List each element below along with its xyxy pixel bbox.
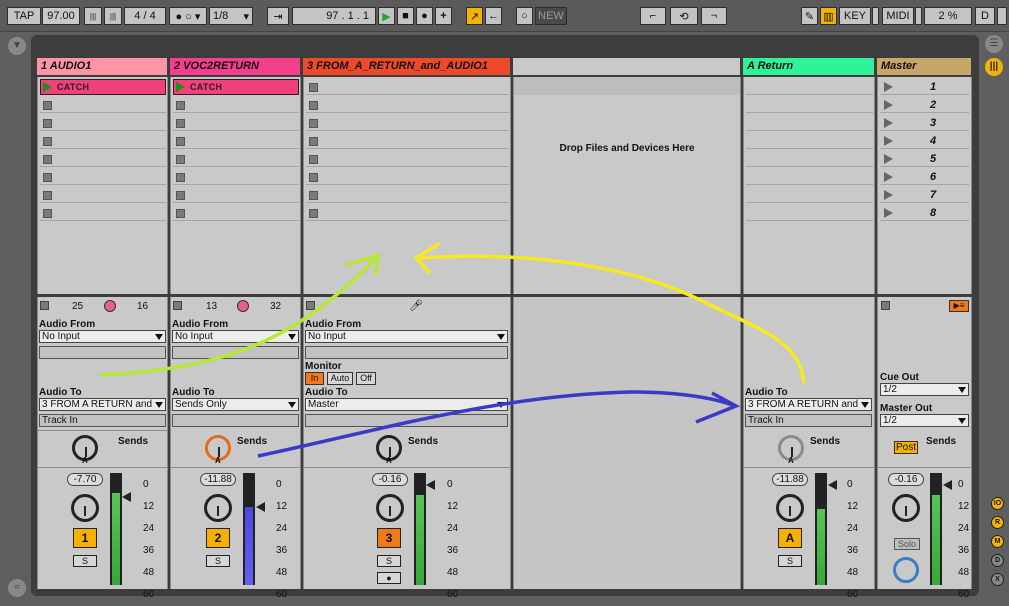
blue-arrow [257, 390, 736, 458]
yellow-arrow [419, 254, 806, 384]
annotation-arrows [99, 241, 806, 458]
green-arrow [99, 253, 380, 377]
